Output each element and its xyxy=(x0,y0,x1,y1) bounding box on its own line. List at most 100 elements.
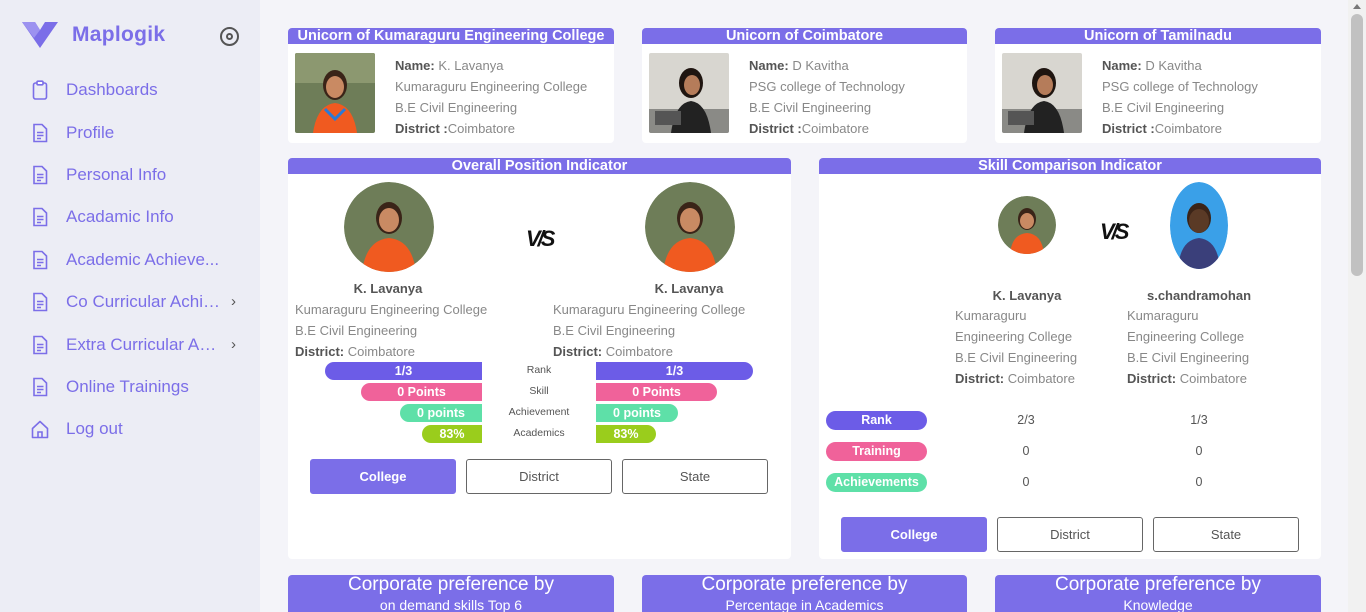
sidebar-item-label: Acadamic Info xyxy=(66,207,174,226)
student-photo xyxy=(649,53,729,133)
sidebar-item-log-out[interactable]: Log out xyxy=(30,417,240,441)
achievements-pill: Achievements xyxy=(826,473,927,492)
brand-name: Maplogik xyxy=(72,23,166,46)
corporate-card-skills: Corporate preference by on demand skills… xyxy=(288,575,614,612)
student-photo xyxy=(1002,53,1082,133)
metric-label: Rank xyxy=(526,364,552,376)
student-info-left: Kumaraguru Engineering College B.E Civil… xyxy=(955,308,1078,386)
sidebar-item-profile[interactable]: Profile xyxy=(30,121,240,145)
sidebar-item-personal-info[interactable]: Personal Info xyxy=(30,163,240,187)
sidebar-item-label: Academic Achieve... xyxy=(66,250,220,269)
student-avatar-right xyxy=(1170,182,1228,269)
corporate-card-academics: Corporate preference by Percentage in Ac… xyxy=(642,575,967,612)
metric-label: Academics xyxy=(513,427,565,439)
rank-bar-right: 1/3 xyxy=(596,362,753,380)
unicorn-details: Name: K. Lavanya Kumaraguru Engineering … xyxy=(395,58,588,136)
skill-bar-left: 0 Points xyxy=(361,383,482,401)
corporate-card-subtitle: on demand skills Top 6 xyxy=(379,597,523,612)
sidebar-item-acadamic-info[interactable]: Acadamic Info xyxy=(30,205,240,229)
achievement-bar-left: 0 points xyxy=(400,404,482,422)
district-button[interactable]: District xyxy=(466,459,612,494)
corporate-card-title: Corporate preference by xyxy=(701,575,908,595)
achievements-value-right: 0 xyxy=(1195,475,1203,489)
document-icon xyxy=(33,165,48,185)
student-name-left: K. Lavanya xyxy=(353,281,423,296)
page-scrollbar[interactable] xyxy=(1348,0,1366,612)
sidebar-item-label: Log out xyxy=(66,419,123,438)
rank-pill: Rank xyxy=(826,411,927,430)
student-info-left: Kumaraguru Engineering College B.E Civil… xyxy=(295,302,488,359)
maplogik-logo-icon xyxy=(22,22,58,48)
corporate-card-title: Corporate preference by xyxy=(348,575,554,595)
sidebar-item-extra-curricular[interactable]: Extra Curricular Act... › xyxy=(30,333,240,357)
home-icon xyxy=(31,420,49,439)
skill-bar-right: 0 Points xyxy=(596,383,717,401)
sidebar-toggle-icon[interactable] xyxy=(220,27,239,46)
college-button[interactable]: College xyxy=(310,459,456,494)
sidebar-item-label: Dashboards xyxy=(66,80,158,99)
metric-label: Skill xyxy=(529,385,549,397)
state-button[interactable]: State xyxy=(1153,517,1299,552)
skill-comparison-card: Skill Comparison Indicator V/S K. Lavany… xyxy=(819,158,1321,559)
college-name: PSG college of Technology xyxy=(749,79,905,94)
student-name: D Kavitha xyxy=(1145,58,1202,73)
unicorn-card-tamilnadu: Unicorn of Tamilnadu Name: D Kavitha PSG… xyxy=(995,28,1321,143)
vs-label: V/S xyxy=(1100,219,1130,244)
card-title: Unicorn of Tamilnadu xyxy=(995,28,1321,44)
student-info-right: Kumaraguru Engineering College B.E Civil… xyxy=(553,302,746,359)
student-name: K. Lavanya xyxy=(438,58,504,73)
unicorn-details: Name: D Kavitha PSG college of Technolog… xyxy=(1102,58,1258,136)
clipboard-icon xyxy=(32,80,48,100)
corporate-card-subtitle: Knowledge xyxy=(1123,597,1193,612)
document-icon xyxy=(33,335,48,355)
unicorn-card-coimbatore: Unicorn of Coimbatore Name: D Kavitha PS… xyxy=(642,28,967,143)
document-icon xyxy=(33,250,48,270)
document-icon xyxy=(33,377,48,397)
sidebar-item-co-curricular[interactable]: Co Curricular Achie... › xyxy=(30,290,240,314)
rank-bar-left: 1/3 xyxy=(325,362,482,380)
rank-value-right: 1/3 xyxy=(1190,413,1208,427)
district: Coimbatore xyxy=(801,121,869,136)
district: Coimbatore xyxy=(1154,121,1222,136)
chevron-right-icon: › xyxy=(231,293,236,310)
student-avatar-left xyxy=(344,182,434,272)
student-name-right: K. Lavanya xyxy=(654,281,724,296)
college-name: PSG college of Technology xyxy=(1102,79,1258,94)
sidebar-item-online-trainings[interactable]: Online Trainings xyxy=(30,375,240,399)
student-name: D Kavitha xyxy=(792,58,849,73)
student-name-left: K. Lavanya xyxy=(992,288,1062,303)
college-name: Kumaraguru Engineering College xyxy=(395,79,588,94)
card-title: Skill Comparison Indicator xyxy=(819,158,1321,174)
sidebar-item-label: Co Curricular Achie... xyxy=(66,292,224,311)
overall-position-card: Overall Position Indicator V/S K. Lavany… xyxy=(288,158,791,559)
academics-bar-right: 83% xyxy=(596,425,656,443)
card-title: Unicorn of Coimbatore xyxy=(642,28,967,44)
metric-label: Achievement xyxy=(508,406,570,418)
student-avatar-left xyxy=(998,196,1056,254)
sidebar-item-dashboards[interactable]: Dashboards xyxy=(30,78,240,102)
district-button[interactable]: District xyxy=(997,517,1143,552)
unicorn-card-college: Unicorn of Kumaraguru Engineering Colleg… xyxy=(288,28,614,143)
corporate-card-knowledge: Corporate preference by Knowledge xyxy=(995,575,1321,612)
scroll-up-arrow-icon[interactable] xyxy=(1353,4,1361,9)
training-pill: Training xyxy=(826,442,927,461)
college-button[interactable]: College xyxy=(841,517,987,552)
academics-bar-left: 83% xyxy=(422,425,482,443)
main-content: Unicorn of Kumaraguru Engineering Colleg… xyxy=(260,0,1348,612)
brand[interactable]: Maplogik xyxy=(22,22,165,48)
sidebar-item-label: Personal Info xyxy=(66,165,167,184)
vs-label: V/S xyxy=(526,226,556,251)
scrollbar-thumb[interactable] xyxy=(1351,14,1363,276)
training-value-right: 0 xyxy=(1195,444,1203,458)
state-button[interactable]: State xyxy=(622,459,768,494)
sidebar-item-label: Extra Curricular Act... xyxy=(66,335,224,354)
document-icon xyxy=(33,123,48,143)
corporate-card-subtitle: Percentage in Academics xyxy=(725,597,884,612)
card-title: Overall Position Indicator xyxy=(288,158,791,174)
student-avatar-right xyxy=(645,182,735,272)
district: Coimbatore xyxy=(447,121,515,136)
document-icon xyxy=(33,292,48,312)
sidebar-item-academic-achievements[interactable]: Academic Achieve... xyxy=(30,248,240,272)
department: B.E Civil Engineering xyxy=(395,100,518,115)
sidebar-item-label: Online Trainings xyxy=(66,377,189,396)
